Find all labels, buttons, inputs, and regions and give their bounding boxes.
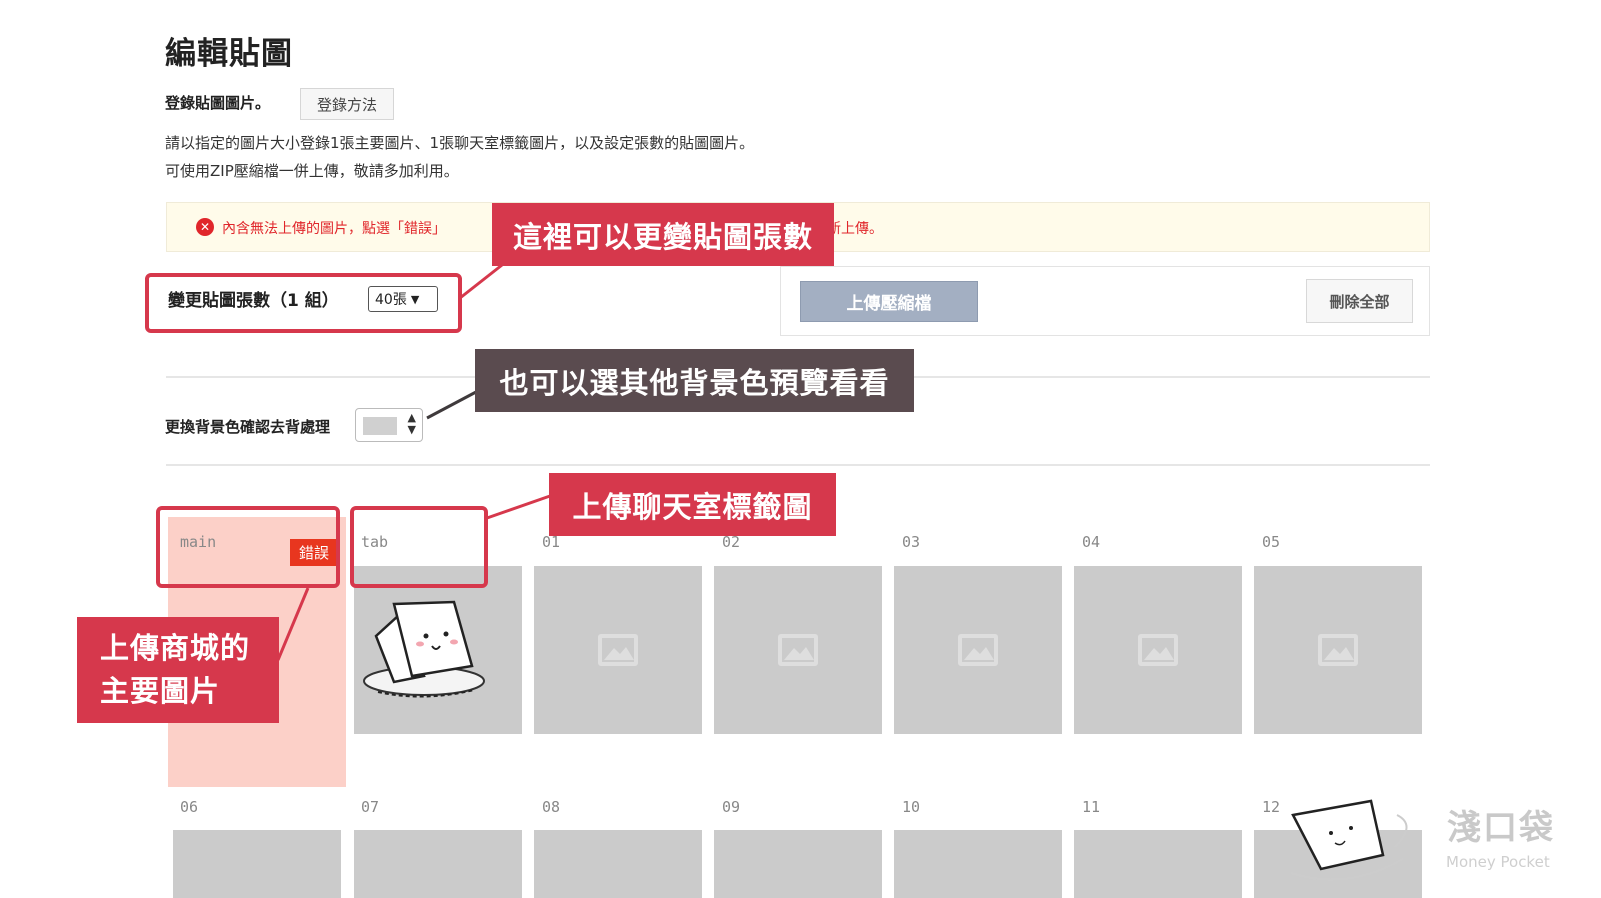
callout-count: 這裡可以更變貼圖張數 [492, 203, 834, 266]
callout-main: 上傳商城的 主要圖片 [77, 617, 279, 723]
highlight-count [145, 273, 462, 333]
highlight-tab [350, 506, 488, 588]
callout-background: 也可以選其他背景色預覽看看 [475, 349, 914, 412]
annotation-connectors [276, 263, 551, 661]
watermark-name: 淺口袋 [1447, 808, 1555, 848]
watermark-sub: Money Pocket [1446, 853, 1550, 871]
callout-tab: 上傳聊天室標籤圖 [549, 473, 836, 536]
highlight-main [156, 506, 340, 588]
pocket-logo-icon [1290, 799, 1408, 881]
callout-main-line-1: 上傳商城的 [100, 631, 251, 665]
callout-main-line-2: 主要圖片 [100, 674, 221, 708]
